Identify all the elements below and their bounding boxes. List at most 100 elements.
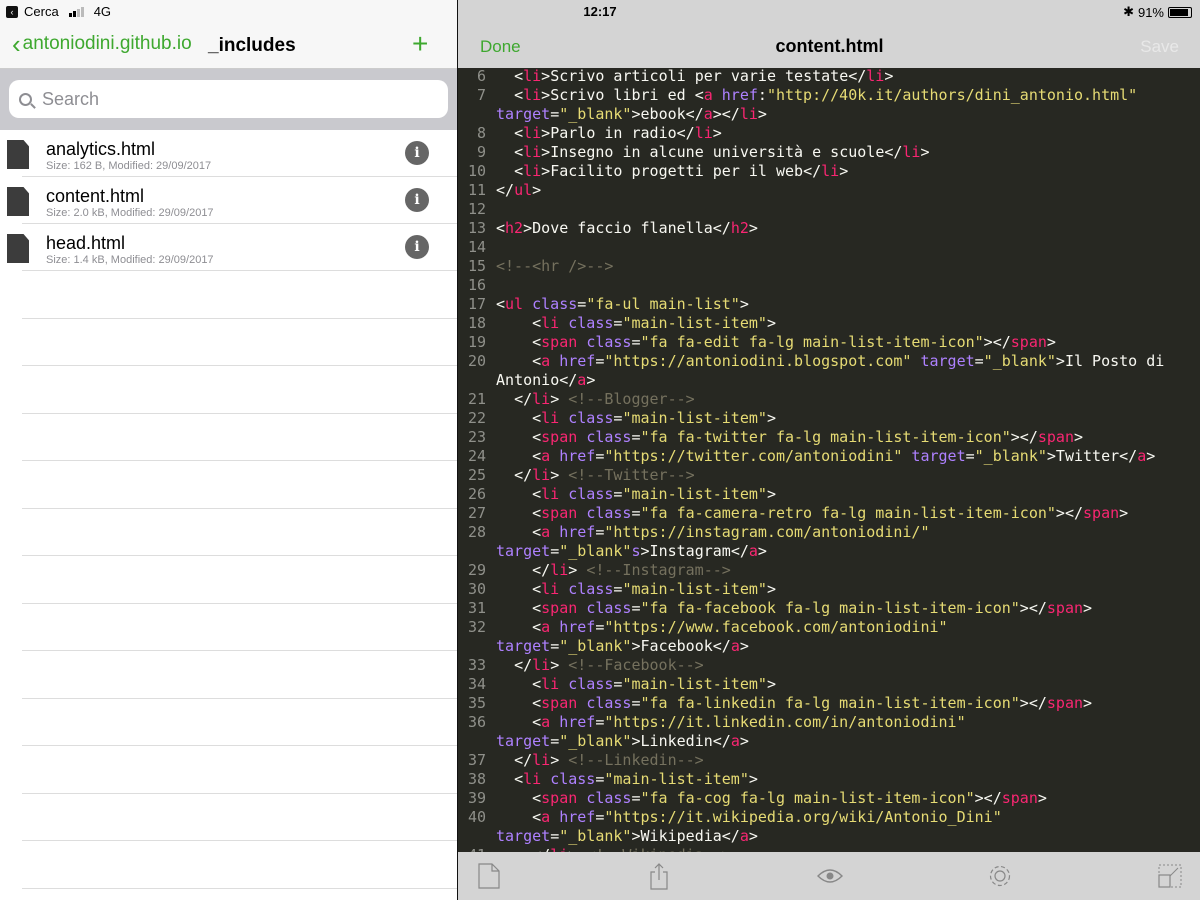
line-number: 8 xyxy=(476,124,486,142)
code-line[interactable]: 30 <li class="main-list-item"> xyxy=(458,580,1200,599)
line-number: 17 xyxy=(467,295,486,313)
file-meta: Size: 2.0 kB, Modified: 29/09/2017 xyxy=(46,207,214,219)
code-text: <li class="main-list-item"> xyxy=(532,580,776,598)
code-line[interactable]: 35 <span class="fa fa-linkedin fa-lg mai… xyxy=(458,694,1200,713)
code-line[interactable]: 34 <li class="main-list-item"> xyxy=(458,675,1200,694)
code-text: <li class="main-list-item"> xyxy=(532,675,776,693)
bluetooth-icon: ✱ xyxy=(1123,4,1134,19)
search-icon xyxy=(19,92,32,106)
code-line[interactable]: 7 <li>Scrivo libri ed <a href:"http://40… xyxy=(458,86,1200,124)
code-line[interactable]: 40 <a href="https://it.wikipedia.org/wik… xyxy=(458,808,1200,846)
code-line[interactable]: 25 </li> <!--Twitter--> xyxy=(458,466,1200,485)
add-file-button[interactable]: + xyxy=(412,28,428,60)
code-text: </li> <!--Linkedin--> xyxy=(514,751,704,769)
code-text: <li class="main-list-item"> xyxy=(532,485,776,503)
code-line[interactable]: 31 <span class="fa fa-facebook fa-lg mai… xyxy=(458,599,1200,618)
code-line[interactable]: 32 <a href="https://www.facebook.com/ant… xyxy=(458,618,1200,656)
code-line[interactable]: 19 <span class="fa fa-edit fa-lg main-li… xyxy=(458,333,1200,352)
code-line[interactable]: 22 <li class="main-list-item"> xyxy=(458,409,1200,428)
clock: 12:17 xyxy=(583,4,617,19)
empty-row xyxy=(22,509,457,556)
code-line[interactable]: 36 <a href="https://it.linkedin.com/in/a… xyxy=(458,713,1200,751)
info-button[interactable]: i xyxy=(405,141,429,165)
battery-percent: 91% xyxy=(1137,4,1164,20)
file-list-item[interactable]: content.html Size: 2.0 kB, Modified: 29/… xyxy=(7,177,457,224)
code-text: <ul class="fa-ul main-list"> xyxy=(496,295,749,313)
back-button[interactable]: ‹ antoniodini.github.io xyxy=(12,29,192,59)
editor-panel: Done content.html Save 6 <li>Scrivo arti… xyxy=(457,0,1200,900)
line-number: 9 xyxy=(476,143,486,161)
line-number: 30 xyxy=(467,580,486,598)
search-field[interactable] xyxy=(9,80,448,118)
code-line[interactable]: 26 <li class="main-list-item"> xyxy=(458,485,1200,504)
code-line[interactable]: 18 <li class="main-list-item"> xyxy=(458,314,1200,333)
code-line[interactable]: 39 <span class="fa fa-cog fa-lg main-lis… xyxy=(458,789,1200,808)
code-text: </li> <!--Instagram--> xyxy=(532,561,731,579)
back-label: antoniodini.github.io xyxy=(22,33,192,54)
line-number: 12 xyxy=(467,200,486,218)
file-list-item[interactable]: analytics.html Size: 162 B, Modified: 29… xyxy=(7,130,457,177)
file-list: analytics.html Size: 162 B, Modified: 29… xyxy=(0,130,457,889)
file-icon xyxy=(7,187,29,216)
empty-row xyxy=(22,461,457,509)
code-line[interactable]: 12 xyxy=(458,200,1200,219)
fullscreen-icon[interactable] xyxy=(1157,863,1183,889)
line-number: 7 xyxy=(476,86,486,104)
editor-toolbar xyxy=(458,852,1200,900)
line-number: 24 xyxy=(467,447,486,465)
settings-gear-icon[interactable] xyxy=(987,863,1013,889)
code-line[interactable]: 37 </li> <!--Linkedin--> xyxy=(458,751,1200,770)
code-text: <li>Parlo in radio</li> xyxy=(514,124,722,142)
search-input[interactable] xyxy=(42,88,422,110)
code-line[interactable]: 13 <h2>Dove faccio flanella</h2> xyxy=(458,219,1200,238)
code-line[interactable]: 21 </li> <!--Blogger--> xyxy=(458,390,1200,409)
file-list-item[interactable]: head.html Size: 1.4 kB, Modified: 29/09/… xyxy=(7,224,457,271)
line-number: 27 xyxy=(467,504,486,522)
code-text: <li>Scrivo libri ed <a href:"http://40k.… xyxy=(496,86,1138,123)
code-line[interactable]: 17 <ul class="fa-ul main-list"> xyxy=(458,295,1200,314)
line-number: 29 xyxy=(467,561,486,579)
file-icon xyxy=(7,234,29,263)
code-line[interactable]: 8 <li>Parlo in radio</li> xyxy=(458,124,1200,143)
chevron-left-icon: ‹ xyxy=(12,29,21,59)
code-line[interactable]: 20 <a href="https://antoniodini.blogspot… xyxy=(458,352,1200,390)
line-number: 23 xyxy=(467,428,486,446)
info-button[interactable]: i xyxy=(405,235,429,259)
empty-row xyxy=(22,366,457,414)
code-line[interactable]: 9 <li>Insegno in alcune università e scu… xyxy=(458,143,1200,162)
code-line[interactable]: 29 </li> <!--Instagram--> xyxy=(458,561,1200,580)
preview-eye-icon[interactable] xyxy=(816,863,843,889)
code-line[interactable]: 16 xyxy=(458,276,1200,295)
line-number: 39 xyxy=(467,789,486,807)
code-line[interactable]: 10 <li>Facilito progetti per il web</li> xyxy=(458,162,1200,181)
code-line[interactable]: 14 xyxy=(458,238,1200,257)
empty-row xyxy=(22,414,457,461)
line-number: 33 xyxy=(467,656,486,674)
code-text: <a href="https://instagram.com/antoniodi… xyxy=(496,523,930,560)
file-browser-panel: ‹ antoniodini.github.io _includes + anal… xyxy=(0,0,457,900)
code-line[interactable]: 15 <!--<hr />--> xyxy=(458,257,1200,276)
code-line[interactable]: 11 </ul> xyxy=(458,181,1200,200)
line-number: 26 xyxy=(467,485,486,503)
code-text: <li class="main-list-item"> xyxy=(532,314,776,332)
code-line[interactable]: 27 <span class="fa fa-camera-retro fa-lg… xyxy=(458,504,1200,523)
code-line[interactable]: 28 <a href="https://instagram.com/antoni… xyxy=(458,523,1200,561)
code-text: <span class="fa fa-facebook fa-lg main-l… xyxy=(532,599,1093,617)
empty-row xyxy=(22,841,457,889)
code-line[interactable]: 33 </li> <!--Facebook--> xyxy=(458,656,1200,675)
save-button[interactable]: Save xyxy=(1140,37,1179,57)
share-icon[interactable] xyxy=(646,863,672,890)
code-editor[interactable]: 6 <li>Scrivo articoli per varie testate<… xyxy=(458,67,1200,852)
code-line[interactable]: 38 <li class="main-list-item"> xyxy=(458,770,1200,789)
empty-row xyxy=(22,604,457,651)
code-line[interactable]: 24 <a href="https://twitter.com/antoniod… xyxy=(458,447,1200,466)
line-number: 14 xyxy=(467,238,486,256)
empty-row xyxy=(22,651,457,699)
code-line[interactable]: 23 <span class="fa fa-twitter fa-lg main… xyxy=(458,428,1200,447)
new-file-icon[interactable] xyxy=(476,863,502,889)
code-line[interactable]: 6 <li>Scrivo articoli per varie testate<… xyxy=(458,67,1200,86)
code-text: <span class="fa fa-twitter fa-lg main-li… xyxy=(532,428,1084,446)
info-button[interactable]: i xyxy=(405,188,429,212)
